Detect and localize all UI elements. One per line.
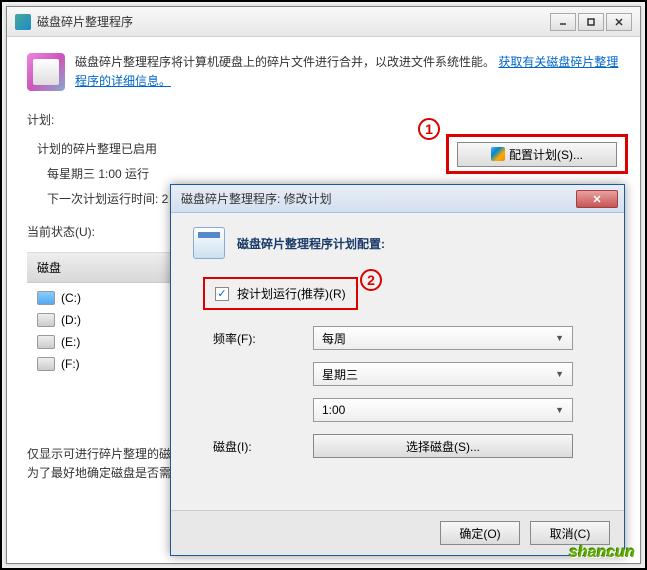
checkbox-highlight: ✓ 按计划运行(推荐)(R) [203,277,358,310]
drive-icon [37,313,55,327]
day-row: 星期三 ▼ [213,362,602,386]
dialog-titlebar: 磁盘碎片整理程序: 修改计划 [171,185,624,213]
configure-schedule-button[interactable]: 配置计划(S)... [457,142,617,167]
frequency-row: 频率(F): 每周 ▼ [213,326,602,350]
cancel-button[interactable]: 取消(C) [530,521,610,545]
run-on-schedule-checkbox[interactable]: ✓ [215,287,229,301]
info-text: 磁盘碎片整理程序将计算机硬盘上的碎片文件进行合并，以改进文件系统性能。 获取有关… [75,53,620,91]
dialog-close-button[interactable] [576,190,618,208]
close-button[interactable] [606,13,632,31]
drive-icon [37,357,55,371]
main-title: 磁盘碎片整理程序 [37,13,550,30]
select-disks-button[interactable]: 选择磁盘(S)... [313,434,573,458]
day-combo[interactable]: 星期三 ▼ [313,362,573,386]
info-row: 磁盘碎片整理程序将计算机硬盘上的碎片文件进行合并，以改进文件系统性能。 获取有关… [27,53,620,91]
dialog-body: 磁盘碎片整理程序计划配置: ✓ 按计划运行(推荐)(R) 频率(F): 每周 ▼… [171,213,624,484]
config-button-highlight: 配置计划(S)... [446,134,628,174]
calendar-icon [193,227,225,259]
time-combo[interactable]: 1:00 ▼ [313,398,573,422]
chevron-down-icon: ▼ [555,333,564,343]
maximize-button[interactable] [578,13,604,31]
chevron-down-icon: ▼ [555,369,564,379]
info-description: 磁盘碎片整理程序将计算机硬盘上的碎片文件进行合并，以改进文件系统性能。 [75,55,495,69]
shield-icon [491,147,505,161]
main-titlebar: 磁盘碎片整理程序 [7,7,640,37]
defrag-icon [27,53,65,91]
bottom-note: 仅显示可进行碎片整理的磁 为了最好地确定磁盘是否需 [27,445,171,483]
drive-icon [37,291,55,305]
window-controls [550,13,632,31]
app-icon [15,14,31,30]
schedule-label: 计划: [27,111,620,128]
watermark: shancun [569,544,635,562]
dialog-footer: 确定(O) 取消(C) [171,510,624,555]
chevron-down-icon: ▼ [555,405,564,415]
frequency-label: 频率(F): [213,330,313,347]
disk-select-row: 磁盘(I): 选择磁盘(S)... [213,434,602,458]
dialog-header-row: 磁盘碎片整理程序计划配置: [193,227,602,259]
frequency-combo[interactable]: 每周 ▼ [313,326,573,350]
checkbox-label: 按计划运行(推荐)(R) [237,285,346,302]
disk-select-label: 磁盘(I): [213,438,313,455]
ok-button[interactable]: 确定(O) [440,521,520,545]
annotation-2: 2 [360,269,382,291]
drive-icon [37,335,55,349]
annotation-1: 1 [418,118,440,140]
dialog-title: 磁盘碎片整理程序: 修改计划 [177,190,576,207]
dialog-heading: 磁盘碎片整理程序计划配置: [237,235,385,252]
modify-schedule-dialog: 磁盘碎片整理程序: 修改计划 磁盘碎片整理程序计划配置: ✓ 按计划运行(推荐)… [170,184,625,556]
time-row: 1:00 ▼ [213,398,602,422]
minimize-button[interactable] [550,13,576,31]
